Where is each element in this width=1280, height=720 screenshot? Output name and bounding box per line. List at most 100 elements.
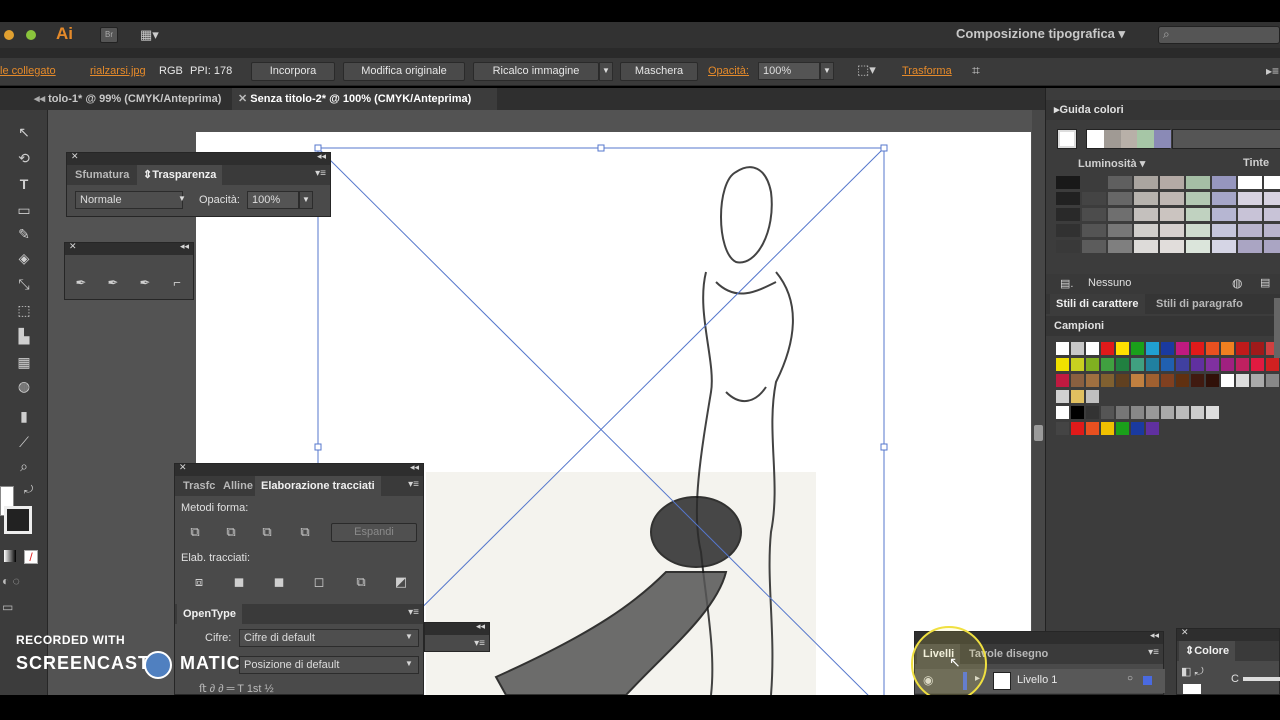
eyedropper-tool-icon[interactable]: ⟋ bbox=[14, 432, 34, 452]
color-guide-header[interactable]: ▸Guida colori bbox=[1046, 100, 1280, 120]
color-variation-cell[interactable] bbox=[1160, 240, 1184, 253]
swatch[interactable] bbox=[1071, 406, 1084, 419]
color-variation-cell[interactable] bbox=[1160, 192, 1184, 205]
blend-mode-dropdown[interactable]: ▼ bbox=[175, 191, 189, 209]
swatch[interactable] bbox=[1056, 406, 1069, 419]
drawing-mode-icon[interactable]: ◐ ◌ bbox=[2, 574, 20, 588]
opacity-dropdown[interactable]: ▼ bbox=[820, 62, 834, 80]
color-variation-cell[interactable] bbox=[1108, 240, 1132, 253]
bridge-icon[interactable]: Br bbox=[100, 27, 118, 43]
color-variation-cell[interactable] bbox=[1186, 240, 1210, 253]
pen-tool-icon[interactable]: ✒ bbox=[71, 273, 91, 293]
swatch[interactable] bbox=[1071, 390, 1084, 403]
swatch[interactable] bbox=[1206, 342, 1219, 355]
harmony-color-swatch[interactable] bbox=[1103, 130, 1121, 148]
swatch[interactable] bbox=[1086, 358, 1099, 371]
swatch[interactable] bbox=[1071, 374, 1084, 387]
add-anchor-tool-icon[interactable]: ✒ bbox=[103, 273, 123, 293]
swatch[interactable] bbox=[1146, 406, 1159, 419]
swatch[interactable] bbox=[1191, 406, 1204, 419]
screen-mode-icon[interactable]: ▭ bbox=[2, 600, 13, 614]
swatch[interactable] bbox=[1086, 374, 1099, 387]
swatch[interactable] bbox=[1086, 390, 1099, 403]
swatch[interactable] bbox=[1056, 374, 1069, 387]
swatch[interactable] bbox=[1191, 342, 1204, 355]
color-variation-cell[interactable] bbox=[1212, 176, 1236, 189]
divide-icon[interactable]: ⧈ bbox=[189, 572, 209, 592]
fill-color-box[interactable] bbox=[1183, 684, 1201, 694]
color-variation-cell[interactable] bbox=[1212, 192, 1236, 205]
trim-icon[interactable]: ◼ bbox=[229, 572, 249, 592]
swatch[interactable] bbox=[1131, 358, 1144, 371]
swatch[interactable] bbox=[1131, 342, 1144, 355]
mask-button[interactable]: Maschera bbox=[620, 62, 698, 81]
swatches-grid[interactable] bbox=[1056, 342, 1280, 435]
swap-fill-stroke-icon[interactable]: ⤾ bbox=[24, 484, 33, 497]
swatch[interactable] bbox=[1146, 342, 1159, 355]
panel-menu-icon[interactable]: ▾≡ bbox=[1148, 647, 1159, 658]
panel-titlebar[interactable]: ◂◂ bbox=[425, 621, 489, 635]
minimize-window-icon[interactable] bbox=[4, 30, 14, 40]
harmony-color-swatch[interactable] bbox=[1154, 130, 1171, 148]
color-variation-cell[interactable] bbox=[1056, 208, 1080, 221]
swatch[interactable] bbox=[1221, 358, 1234, 371]
mesh-tool-icon[interactable]: ▦ bbox=[14, 352, 34, 372]
panel-titlebar[interactable]: ✕ bbox=[1177, 627, 1279, 641]
minus-front-icon[interactable]: ⧉ bbox=[221, 522, 241, 542]
swatch[interactable] bbox=[1116, 406, 1129, 419]
swatch[interactable] bbox=[1266, 358, 1279, 371]
image-trace-button[interactable]: Ricalco immagine bbox=[473, 62, 599, 81]
panel-menu-icon[interactable]: ▾≡ bbox=[474, 638, 485, 649]
swatch[interactable] bbox=[1101, 374, 1114, 387]
vertical-scrollbar[interactable] bbox=[1032, 110, 1045, 695]
crop-icon[interactable]: ◻ bbox=[309, 572, 329, 592]
panel-menu-icon[interactable]: ▸≡ bbox=[1266, 64, 1279, 78]
swatch[interactable] bbox=[1146, 374, 1159, 387]
swatch[interactable] bbox=[1056, 342, 1069, 355]
swatch[interactable] bbox=[1161, 374, 1174, 387]
target-icon[interactable]: ○ bbox=[1127, 673, 1133, 684]
collapse-icon[interactable]: ◂◂ bbox=[180, 241, 189, 252]
collapse-icon[interactable]: ◂◂ bbox=[410, 462, 419, 473]
eraser-tool-icon[interactable]: ◈ bbox=[14, 248, 34, 268]
swatch[interactable] bbox=[1131, 406, 1144, 419]
opacity-link[interactable]: Opacità: bbox=[708, 65, 749, 77]
swatch[interactable] bbox=[1191, 374, 1204, 387]
color-variation-cell[interactable] bbox=[1186, 192, 1210, 205]
color-variation-cell[interactable] bbox=[1238, 240, 1262, 253]
zoom-tool-icon[interactable]: ⌕ bbox=[14, 456, 34, 476]
panel-menu-icon[interactable]: ▾≡ bbox=[315, 168, 326, 179]
graph-tool-icon[interactable]: ▙ bbox=[14, 326, 34, 346]
close-icon[interactable]: ✕ bbox=[69, 241, 77, 252]
search-field[interactable]: ⌕ bbox=[1158, 26, 1280, 44]
luminosity-label[interactable]: Luminosità ▾ bbox=[1078, 157, 1145, 170]
swatch[interactable] bbox=[1176, 406, 1189, 419]
lasso-tool-icon[interactable]: ⟲ bbox=[14, 148, 34, 168]
swatch[interactable] bbox=[1206, 374, 1219, 387]
blend-tool-icon[interactable]: ◍ bbox=[14, 376, 34, 396]
column-graph-tool-icon[interactable]: ▮ bbox=[14, 406, 34, 426]
swatch[interactable] bbox=[1116, 342, 1129, 355]
scrollbar-thumb[interactable] bbox=[1034, 425, 1043, 441]
harmony-rules-bar[interactable] bbox=[1172, 129, 1280, 149]
embed-button[interactable]: Incorpora bbox=[251, 62, 335, 81]
color-variation-cell[interactable] bbox=[1108, 176, 1132, 189]
swatch[interactable] bbox=[1176, 374, 1189, 387]
color-variation-cell[interactable] bbox=[1238, 176, 1262, 189]
swatch[interactable] bbox=[1221, 342, 1234, 355]
file-name-link[interactable]: rialzarsi.jpg bbox=[90, 65, 146, 77]
color-variation-cell[interactable] bbox=[1264, 240, 1280, 253]
selection-tool-icon[interactable]: ↖ bbox=[14, 122, 34, 142]
minus-back-icon[interactable]: ◩ bbox=[391, 572, 411, 592]
swatch[interactable] bbox=[1206, 406, 1219, 419]
tab-transform[interactable]: Trasfc bbox=[177, 476, 221, 496]
color-variation-cell[interactable] bbox=[1082, 208, 1106, 221]
swatch[interactable] bbox=[1071, 422, 1084, 435]
color-variation-cell[interactable] bbox=[1238, 208, 1262, 221]
color-variation-cell[interactable] bbox=[1160, 208, 1184, 221]
color-variation-cell[interactable] bbox=[1212, 240, 1236, 253]
color-variation-cell[interactable] bbox=[1160, 224, 1184, 237]
tab-color[interactable]: ⇕Colore bbox=[1179, 641, 1236, 661]
convert-anchor-tool-icon[interactable]: ⌐ bbox=[167, 273, 187, 293]
swatch[interactable] bbox=[1116, 374, 1129, 387]
